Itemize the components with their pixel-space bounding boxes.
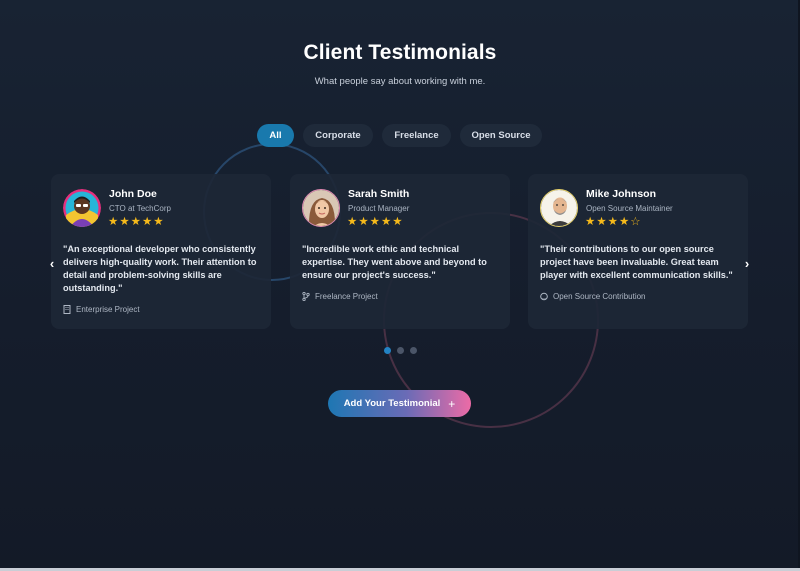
code-branch-icon [302,292,310,301]
star-filled-icon: ★ [392,216,403,228]
avatar [302,189,340,227]
page-subtitle: What people say about working with me. [314,76,486,87]
plus-icon: + [448,396,456,411]
avatar [540,189,578,227]
star-filled-icon: ★ [618,216,630,228]
project-tag: Open Source Contribution [540,292,646,301]
star-filled-icon: ★ [130,216,141,228]
reviewer-name: Sarah Smith [348,188,410,200]
chevron-left-icon[interactable]: ‹ [43,254,61,272]
avatar [63,189,101,227]
project-tag-label: Enterprise Project [76,305,140,314]
star-filled-icon: ★ [380,216,392,228]
project-tag: Freelance Project [302,292,378,301]
star-filled-icon: ★ [596,216,607,228]
project-tag: Enterprise Project [63,305,140,314]
filter-tabs: All Corporate Freelance Open Source [0,124,800,148]
reviewer-role: Product Manager [348,204,410,213]
pagination-dot-3[interactable] [410,347,417,354]
star-filled-icon: ★ [347,216,358,228]
github-icon [540,292,548,301]
reviewer-name: Mike Johnson [586,188,657,200]
testimonial-card: Mike Johnson Open Source Maintainer ★ ★ … [528,174,748,329]
carousel-pagination [384,347,417,354]
pagination-dot-2[interactable] [397,347,404,354]
reviewer-role: Open Source Maintainer [586,204,673,213]
chevron-right-icon[interactable]: › [738,254,756,272]
testimonials-page: Client Testimonials What people say abou… [0,0,800,571]
testimonial-quote: "Incredible work ethic and technical exp… [302,244,487,280]
page-title: Client Testimonials [303,41,497,64]
star-filled-icon: ★ [358,216,369,228]
testimonial-card: John Doe CTO at TechCorp ★ ★ ★ ★ ★ "An e… [51,174,271,329]
star-filled-icon: ★ [585,216,596,228]
testimonial-quote: "An exceptional developer who consistent… [63,244,257,293]
rating-stars: ★ ★ ★ ★ ☆ [585,216,641,228]
filter-freelance-button[interactable]: Freelance [382,124,451,147]
rating-stars: ★ ★ ★ ★ ★ [108,216,164,228]
project-tag-label: Open Source Contribution [553,292,646,301]
testimonial-card: Sarah Smith Product Manager ★ ★ ★ ★ ★ "I… [290,174,510,329]
project-tag-label: Freelance Project [315,292,378,301]
star-filled-icon: ★ [607,216,618,228]
filter-all-button[interactable]: All [257,124,294,147]
reviewer-role: CTO at TechCorp [109,204,171,213]
star-empty-icon: ☆ [630,216,641,228]
reviewer-name: John Doe [109,188,157,200]
star-filled-icon: ★ [119,216,130,228]
star-filled-icon: ★ [369,216,380,228]
testimonial-quote: "Their contributions to our open source … [540,244,733,280]
add-testimonial-button[interactable]: Add Your Testimonial + [328,390,471,417]
add-testimonial-label: Add Your Testimonial [343,398,441,409]
star-filled-icon: ★ [141,216,153,228]
filter-open-source-button[interactable]: Open Source [460,124,542,147]
pagination-dot-1[interactable] [384,347,391,354]
rating-stars: ★ ★ ★ ★ ★ [347,216,403,228]
building-icon [63,305,71,314]
star-filled-icon: ★ [153,216,164,228]
filter-corporate-button[interactable]: Corporate [303,124,373,147]
star-filled-icon: ★ [108,216,119,228]
